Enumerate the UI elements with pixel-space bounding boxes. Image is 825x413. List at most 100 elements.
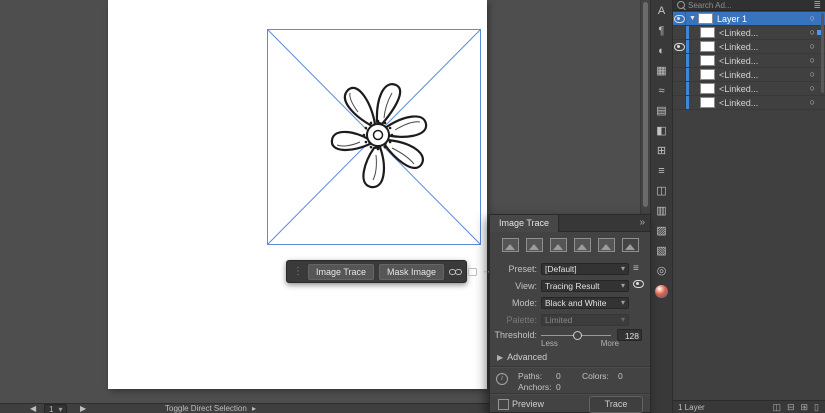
layers-footer: 1 Layer ◫ ⊟ ⊞ ▯ (673, 400, 825, 413)
new-sublayer-icon[interactable]: ⊟ (787, 402, 795, 413)
layer-row-layer1[interactable]: ▼ Layer 1 ○ (673, 12, 825, 26)
character-panel-icon[interactable]: A (654, 5, 670, 17)
target-icon[interactable]: ○ (810, 55, 815, 65)
layer-row-linked-5[interactable]: <Linked... ○ (673, 82, 825, 96)
pathfinder-panel-icon[interactable]: ◫ (654, 185, 670, 197)
threshold-value-field[interactable]: 128 (617, 329, 642, 341)
layers-scrollbar-thumb[interactable] (821, 13, 824, 93)
layer-row-linked-4[interactable]: <Linked... ○ (673, 68, 825, 82)
target-icon[interactable]: ○ (810, 97, 815, 107)
trace-button[interactable]: Trace (589, 396, 643, 413)
next-artboard-icon[interactable]: ▶ (80, 404, 86, 413)
mode-select[interactable]: Black and White ▾ (541, 297, 629, 309)
image-trace-tab[interactable]: Image Trace (490, 215, 559, 232)
palette-label: Palette: (490, 315, 537, 325)
layer-color-bar (686, 96, 689, 109)
visibility-toggle[interactable] (673, 40, 686, 53)
transparency-panel-icon[interactable]: ▦ (654, 65, 670, 77)
clipping-mask-icon[interactable]: ◫ (772, 402, 781, 413)
target-icon[interactable]: ○ (810, 41, 815, 51)
gradient-panel-icon[interactable]: ◐ (654, 45, 670, 57)
paragraph-panel-icon[interactable]: ¶ (654, 25, 670, 37)
layer-name[interactable]: Layer 1 (717, 14, 747, 24)
target-icon[interactable]: ○ (810, 13, 815, 23)
visibility-toggle[interactable] (673, 26, 686, 39)
drag-grip-icon[interactable]: ⋮ (293, 267, 303, 277)
asset-export-panel-icon[interactable]: ▨ (654, 225, 670, 237)
artboard-navigation-field[interactable]: 1 ▾ (44, 404, 67, 413)
visibility-toggle[interactable] (673, 82, 686, 95)
preset-low-color-icon[interactable] (550, 238, 567, 252)
preview-checkbox[interactable] (498, 399, 509, 410)
layer-color-bar (686, 40, 689, 53)
preset-label: Preset: (490, 264, 537, 274)
palette-row: Palette: Limited ▾ (490, 313, 650, 326)
view-label: View: (490, 281, 537, 291)
layer-name[interactable]: <Linked... (719, 56, 758, 66)
layer-row-linked-6[interactable]: <Linked... ○ (673, 96, 825, 110)
eye-icon (674, 15, 685, 23)
mode-value: Black and White (545, 298, 606, 308)
prev-artboard-icon[interactable]: ◀ (30, 404, 36, 413)
search-menu-icon[interactable]: ≣ (813, 0, 821, 11)
layer-row-linked-1[interactable]: <Linked... ○ (673, 26, 825, 40)
layer-name[interactable]: <Linked... (719, 28, 758, 38)
placed-flower-image[interactable] (292, 60, 462, 210)
layer-color-bar (686, 82, 689, 95)
transform-panel-icon[interactable]: ⊞ (654, 145, 670, 157)
disclosure-down-icon[interactable]: ▼ (689, 15, 696, 22)
layer-color-bar (686, 26, 689, 39)
preset-grayscale-icon[interactable] (574, 238, 591, 252)
preset-select[interactable]: [Default] ▾ (541, 263, 629, 275)
advanced-expander[interactable]: ▶Advanced (497, 352, 547, 362)
target-icon[interactable]: ○ (810, 69, 815, 79)
artboards-panel-icon[interactable]: ▥ (654, 205, 670, 217)
preset-menu-icon[interactable]: ≡ (633, 264, 639, 274)
layer-row-linked-3[interactable]: <Linked... ○ (673, 54, 825, 68)
target-icon[interactable]: ○ (810, 27, 815, 37)
view-eye-icon[interactable] (633, 280, 644, 291)
status-tool-label: Toggle Direct Selection (165, 404, 247, 413)
flower-drawing (292, 60, 462, 210)
layer-name[interactable]: <Linked... (719, 98, 758, 108)
layer-row-linked-2[interactable]: <Linked... ○ (673, 40, 825, 54)
stroke-panel-icon[interactable]: ≈ (654, 85, 670, 97)
visibility-toggle[interactable] (673, 68, 686, 81)
layer-name[interactable]: <Linked... (719, 84, 758, 94)
layer-name[interactable]: <Linked... (719, 70, 758, 80)
link-icon[interactable] (449, 267, 462, 277)
image-trace-button[interactable]: Image Trace (308, 264, 374, 280)
delete-layer-icon[interactable]: ▯ (814, 402, 819, 413)
new-layer-icon[interactable]: ⊞ (801, 402, 809, 413)
libraries-panel-icon[interactable]: ▧ (654, 245, 670, 257)
status-menu-icon[interactable]: ▸ (252, 404, 256, 413)
preset-high-color-icon[interactable] (526, 238, 543, 252)
preset-row: Preset: [Default] ▾ ≡ (490, 262, 650, 275)
visibility-toggle[interactable] (673, 54, 686, 67)
preset-auto-color-icon[interactable] (502, 238, 519, 252)
view-select[interactable]: Tracing Result ▾ (541, 280, 629, 292)
collapse-panel-icon[interactable]: » (639, 217, 645, 228)
anchors-value: 0 (556, 382, 561, 392)
search-bar[interactable]: Search Ad... ≣ (673, 0, 825, 11)
layer-thumbnail (700, 55, 715, 66)
preset-outline-icon[interactable] (622, 238, 639, 252)
preset-black-white-icon[interactable] (598, 238, 615, 252)
layer-name[interactable]: <Linked... (719, 42, 758, 52)
align-panel-icon[interactable]: ≡ (654, 165, 670, 177)
color-guide-panel-icon[interactable]: ◎ (654, 265, 670, 277)
disclosure-right-icon: ▶ (497, 353, 503, 362)
visibility-toggle[interactable] (673, 12, 686, 25)
preview-label: Preview (512, 399, 544, 409)
scrollbar-thumb[interactable] (643, 2, 648, 207)
visibility-toggle[interactable] (673, 96, 686, 109)
search-icon (677, 1, 685, 9)
layers-panel: Search Ad... ≣ ▼ Layer 1 ○ <Linked... ○ (672, 0, 825, 413)
mask-image-button[interactable]: Mask Image (379, 264, 444, 280)
color-panel-icon[interactable] (655, 285, 668, 298)
graphic-styles-panel-icon[interactable]: ◧ (654, 125, 670, 137)
appearance-panel-icon[interactable]: ▤ (654, 105, 670, 117)
search-input[interactable]: Search Ad... (688, 1, 810, 10)
target-icon[interactable]: ○ (810, 83, 815, 93)
crop-image-icon[interactable] (467, 267, 478, 277)
